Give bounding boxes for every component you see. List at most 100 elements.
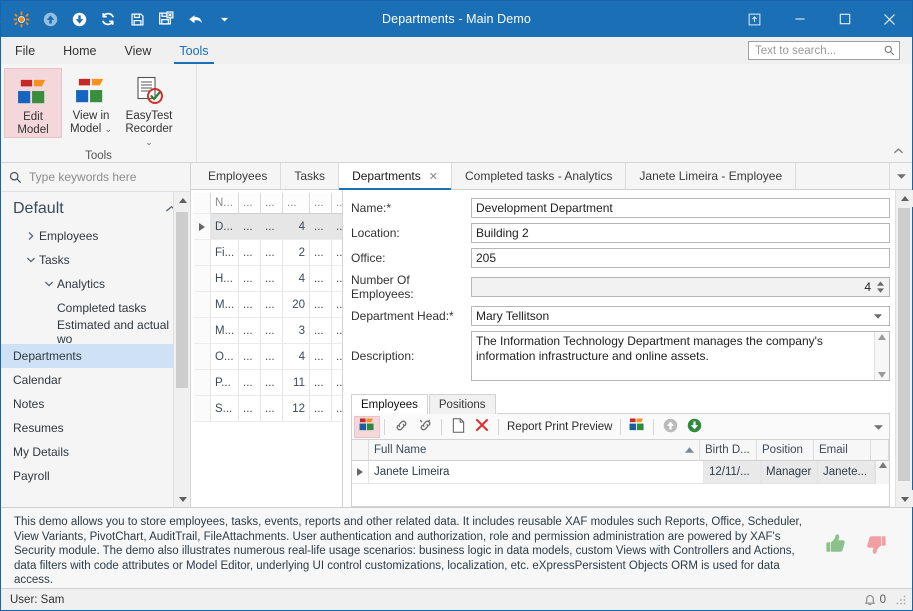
chevron-right-icon[interactable] (23, 231, 39, 241)
scroll-down-icon[interactable] (878, 372, 886, 378)
sidebar-item-completed-tasks[interactable]: Completed tasks (1, 296, 190, 320)
sidebar-item-analytics[interactable]: Analytics (1, 272, 190, 296)
department-head-field[interactable]: Mary Tellitson (471, 306, 890, 326)
departments-master-grid[interactable]: N... ... ... ... ... ... D... ... ... (191, 190, 343, 507)
detail-scrollbar[interactable] (895, 190, 913, 507)
chevron-down-icon[interactable] (23, 256, 39, 264)
view-in-model-button[interactable]: View in Model ⌄ (62, 68, 120, 138)
report-print-preview-button[interactable]: Report Print Preview (503, 416, 616, 438)
nav-scrollbar-thumb[interactable] (176, 212, 188, 388)
description-field[interactable]: The Information Technology Department ma… (471, 331, 890, 381)
column-header-3[interactable]: ... (261, 193, 283, 214)
refresh-icon[interactable] (98, 9, 118, 29)
description-scrollbar[interactable] (874, 332, 889, 380)
maximize-icon[interactable] (822, 1, 867, 37)
table-row[interactable]: Janete Limeira 12/11/... Manager Janete.… (352, 461, 889, 484)
sidebar-item-resumes[interactable]: Resumes (1, 416, 190, 440)
sidebar-item-tasks[interactable]: Tasks (1, 248, 190, 272)
chevron-down-icon[interactable]: ⌄ (104, 124, 112, 134)
child-grid-scrollbar[interactable] (875, 461, 889, 484)
save-icon[interactable] (127, 9, 147, 29)
sidebar-item-employees[interactable]: Employees (1, 224, 190, 248)
office-field[interactable]: 205 (471, 248, 890, 268)
column-header-4[interactable]: ... (283, 193, 310, 214)
scroll-up-icon[interactable] (878, 334, 886, 340)
sidebar-item-my-details[interactable]: My Details (1, 440, 190, 464)
tab-employees-nested[interactable]: Employees (351, 394, 428, 414)
scroll-up-icon[interactable] (896, 190, 913, 207)
ribbon-collapse-button[interactable] (890, 143, 906, 159)
chevron-down-icon[interactable] (869, 424, 887, 430)
ribbon-tab-view[interactable]: View (111, 37, 166, 64)
detail-scrollbar-thumb[interactable] (898, 208, 910, 481)
table-row[interactable]: M... ... ... 3 ... ... (194, 318, 342, 344)
minimize-icon[interactable] (777, 1, 822, 37)
column-header-name[interactable]: N... (211, 193, 239, 214)
edit-model-button[interactable]: Edit Model (4, 68, 62, 138)
spinner-down-icon[interactable] (877, 288, 884, 293)
easytest-recorder-button[interactable]: EasyTest Recorder ⌄ (120, 68, 178, 149)
location-field[interactable]: Building 2 (471, 223, 890, 243)
sidebar-item-estimated-and-actual-work[interactable]: Estimated and actual wo (1, 318, 190, 346)
table-row[interactable]: P... ... ... 11 ... ... (194, 370, 342, 396)
column-header-email[interactable]: Email (814, 440, 871, 461)
export-button[interactable] (625, 416, 649, 438)
sidebar-item-notes[interactable]: Notes (1, 392, 190, 416)
spinner-up-icon[interactable] (877, 281, 884, 286)
employees-child-grid[interactable]: Full Name Birth D... Position Email Jane… (351, 440, 890, 507)
tab-janete-limeira-employee[interactable]: Janete Limeira - Employee (626, 163, 797, 189)
scroll-down-icon[interactable] (896, 490, 913, 507)
table-row[interactable]: D... ... ... 4 ... ... (194, 214, 342, 240)
chevron-down-icon[interactable]: ⌄ (145, 137, 153, 147)
quantity-stepper[interactable] (874, 278, 887, 296)
chevron-down-icon[interactable] (890, 163, 912, 189)
ribbon-tab-home[interactable]: Home (49, 37, 110, 64)
table-row[interactable]: M... ... ... 20 ... ... (194, 292, 342, 318)
app-menu-icon[interactable] (11, 9, 31, 29)
column-header-6[interactable]: ... (332, 193, 342, 214)
column-header-position[interactable]: Position (757, 440, 814, 461)
nav-group-header[interactable]: Default (1, 192, 190, 224)
new-button[interactable] (446, 416, 470, 438)
customize-quick-access-icon[interactable] (214, 9, 234, 29)
nav-search-input[interactable]: Type keywords here (1, 163, 190, 192)
scroll-up-icon[interactable] (878, 462, 887, 468)
ribbon-search-input[interactable]: Text to search... (748, 41, 900, 60)
navigate-back-icon[interactable] (40, 9, 60, 29)
save-and-close-icon[interactable] (156, 9, 176, 29)
tab-positions-nested[interactable]: Positions (428, 394, 496, 414)
chevron-down-icon[interactable] (871, 313, 885, 319)
link-unlink-group-button[interactable] (354, 415, 380, 438)
table-row[interactable]: O... ... ... 4 ... ... (194, 344, 342, 370)
tab-employees[interactable]: Employees (195, 163, 282, 189)
ribbon-tab-tools[interactable]: Tools (165, 37, 222, 64)
ribbon-tab-file[interactable]: File (1, 37, 49, 64)
scroll-up-icon[interactable] (174, 192, 190, 209)
scroll-down-icon[interactable] (174, 490, 190, 507)
resize-grip-icon[interactable] (896, 595, 906, 605)
table-row[interactable]: H... ... ... 4 ... ... (194, 266, 342, 292)
move-down-button[interactable] (682, 416, 706, 438)
column-header-5[interactable]: ... (310, 193, 332, 214)
table-row[interactable]: S... ... ... 12 ... ... (194, 396, 342, 422)
restore-layout-icon[interactable] (732, 1, 777, 37)
delete-button[interactable] (470, 416, 494, 438)
tab-departments[interactable]: Departments ✕ (339, 163, 452, 190)
move-up-button[interactable] (658, 416, 682, 438)
link-button[interactable] (389, 416, 413, 438)
sidebar-item-calendar[interactable]: Calendar (1, 368, 190, 392)
thumbs-up-button[interactable] (818, 527, 852, 561)
column-header-birth-date[interactable]: Birth D... (700, 440, 757, 461)
unlink-button[interactable] (413, 416, 437, 438)
sidebar-item-payroll[interactable]: Payroll (1, 464, 190, 488)
tab-completed-tasks-analytics[interactable]: Completed tasks - Analytics (452, 163, 627, 189)
name-field[interactable]: Development Department (471, 198, 890, 218)
chevron-down-icon[interactable] (41, 280, 57, 288)
tab-tasks[interactable]: Tasks (281, 163, 340, 189)
table-row[interactable]: Fi... ... ... 2 ... ... (194, 240, 342, 266)
thumbs-down-button[interactable] (860, 527, 894, 561)
bell-icon[interactable] (864, 593, 876, 606)
column-header-full-name[interactable]: Full Name (369, 440, 700, 461)
sidebar-item-departments[interactable]: Departments (1, 344, 190, 368)
column-header-2[interactable]: ... (239, 193, 261, 214)
